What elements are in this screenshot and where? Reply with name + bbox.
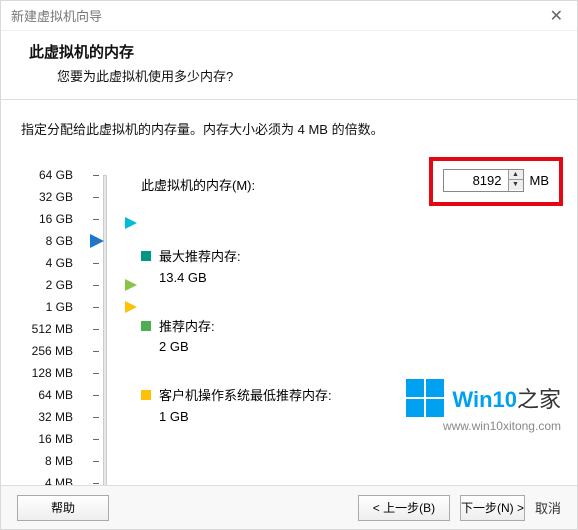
spin-up-icon[interactable]: ▲ [509,170,523,180]
ruler-tick-mark [93,241,99,242]
memory-spinner[interactable]: ▲ ▼ [443,169,524,192]
watermark-brand: Win10之家 [452,382,561,414]
marker-max-icon [125,217,137,229]
ruler-tick-mark [93,417,99,418]
memory-label-row: 此虚拟机的内存(M): [141,175,255,194]
rec-min-value: 1 GB [159,407,332,428]
slider-track [103,175,107,505]
ruler-tick-mark [93,439,99,440]
watermark: Win10之家 www.win10xitong.com [406,379,561,433]
ruler-tick-mark [93,329,99,330]
window-title: 新建虚拟机向导 [11,6,102,25]
ruler-tick-mark [93,197,99,198]
marker-rec-icon [125,279,137,291]
titlebar: 新建虚拟机向导 ✕ [1,1,577,31]
memory-label: 此虚拟机的内存(M): [141,175,255,194]
back-button[interactable]: < 上一步(B) [358,495,450,521]
ruler-tick-mark [93,395,99,396]
recommendations: 最大推荐内存: 13.4 GB 推荐内存: 2 GB 客户机操作系统最低推荐内存… [141,247,332,456]
content-area: 指定分配给此虚拟机的内存量。内存大小必须为 4 MB 的倍数。 此虚拟机的内存(… [1,107,577,485]
ruler-tick-mark [93,461,99,462]
next-button[interactable]: 下一步(N) > [460,495,525,521]
rec-max-value: 13.4 GB [159,268,241,289]
ruler-tick: 32 MB [15,410,73,424]
watermark-brand-suffix: 之家 [517,387,561,412]
ruler-tick: 4 GB [15,256,73,270]
header: 此虚拟机的内存 您要为此虚拟机使用多少内存? [1,31,577,99]
ruler-tick-mark [93,373,99,374]
wizard-window: 新建虚拟机向导 ✕ 此虚拟机的内存 您要为此虚拟机使用多少内存? 指定分配给此虚… [0,0,578,530]
ruler-tick-mark [93,263,99,264]
square-yellow-icon [141,390,151,400]
watermark-url: www.win10xitong.com [406,419,561,433]
ruler-tick: 256 MB [15,344,73,358]
memory-input-highlight: ▲ ▼ MB [429,157,564,206]
rec-min-label: 客户机操作系统最低推荐内存: [159,386,332,407]
ruler-tick: 128 MB [15,366,73,380]
rec-recommended: 推荐内存: 2 GB [141,317,332,359]
rec-max-label: 最大推荐内存: [159,247,241,268]
marker-min-icon [125,301,137,313]
ruler-tick-mark [93,351,99,352]
rec-max: 最大推荐内存: 13.4 GB [141,247,332,289]
ruler-tick-mark [93,307,99,308]
memory-input[interactable] [444,170,508,191]
square-green-icon [141,321,151,331]
ruler-tick: 64 MB [15,388,73,402]
square-teal-icon [141,251,151,261]
ruler-tick: 8 GB [15,234,73,248]
page-subheading: 您要为此虚拟机使用多少内存? [57,66,549,85]
instruction-text: 指定分配给此虚拟机的内存量。内存大小必须为 4 MB 的倍数。 [21,119,557,138]
windows-logo-icon [406,379,444,417]
ruler-tick-mark [93,219,99,220]
rec-rec-value: 2 GB [159,337,215,358]
ruler-tick: 8 MB [15,454,73,468]
divider [1,99,577,100]
ruler-tick: 32 GB [15,190,73,204]
help-button[interactable]: 帮助 [17,495,109,521]
watermark-logo: Win10之家 [406,379,561,417]
ruler-tick: 2 GB [15,278,73,292]
ruler-tick: 16 MB [15,432,73,446]
memory-slider[interactable]: 64 GB32 GB16 GB8 GB4 GB2 GB1 GB512 MB256… [15,175,135,505]
ruler-tick-mark [93,483,99,484]
spin-down-icon[interactable]: ▼ [509,180,523,190]
watermark-brand-prefix: Win10 [452,387,517,412]
ruler-tick-mark [93,175,99,176]
footer: 帮助 < 上一步(B) 下一步(N) > 取消 [1,485,577,529]
cancel-label: 取消 [535,498,561,517]
rec-rec-label: 推荐内存: [159,317,215,338]
page-heading: 此虚拟机的内存 [29,41,549,62]
ruler-tick: 64 GB [15,168,73,182]
ruler-tick-mark [93,285,99,286]
ruler-tick: 512 MB [15,322,73,336]
rec-min: 客户机操作系统最低推荐内存: 1 GB [141,386,332,428]
spinner-buttons: ▲ ▼ [508,170,523,191]
close-icon[interactable]: ✕ [544,4,569,28]
ruler-tick: 1 GB [15,300,73,314]
ruler-tick: 16 GB [15,212,73,226]
memory-unit: MB [530,173,550,188]
